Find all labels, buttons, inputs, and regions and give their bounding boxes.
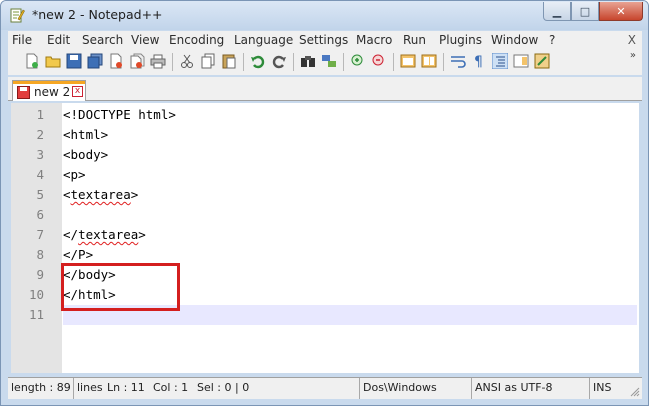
- copy-icon[interactable]: [200, 53, 216, 69]
- misspelled-word: textarea: [70, 187, 131, 202]
- code-line: <html>: [63, 127, 109, 142]
- menu-search[interactable]: Search: [82, 33, 123, 47]
- menu-plugins[interactable]: Plugins: [439, 33, 482, 47]
- toolbar-separator: [443, 53, 444, 71]
- sync-horizontal-icon[interactable]: [421, 53, 437, 69]
- resize-grip-icon[interactable]: [630, 387, 640, 397]
- cut-icon[interactable]: [179, 53, 195, 69]
- word-wrap-icon[interactable]: [450, 53, 466, 69]
- indent-guide-icon[interactable]: [492, 53, 508, 69]
- close-all-icon[interactable]: [129, 53, 145, 69]
- maximize-button[interactable]: □: [571, 2, 599, 21]
- print-icon[interactable]: [150, 53, 166, 69]
- title-bar[interactable]: *new 2 - Notepad++ ▁ □ ✕: [1, 1, 648, 30]
- svg-text:¶: ¶: [474, 54, 483, 69]
- code-token: </: [63, 227, 79, 242]
- close-icon[interactable]: [108, 53, 124, 69]
- line-number: 7: [36, 227, 44, 242]
- menu-file[interactable]: File: [12, 33, 32, 47]
- line-number: 3: [36, 147, 44, 162]
- tab-strip: new 2 x: [8, 77, 642, 101]
- notepad-app-icon: [10, 8, 25, 23]
- undo-icon[interactable]: [250, 53, 266, 69]
- unsaved-file-icon: [17, 86, 30, 99]
- code-token: <: [63, 187, 71, 202]
- code-token: >: [130, 187, 139, 202]
- close-document-button[interactable]: X: [628, 33, 636, 47]
- code-line: <!DOCTYPE html>: [63, 107, 176, 122]
- function-list-icon[interactable]: [534, 53, 550, 69]
- close-window-button[interactable]: ✕: [599, 2, 643, 21]
- code-line: <p>: [63, 167, 86, 182]
- line-number: 8: [36, 247, 44, 262]
- menu-run[interactable]: Run: [403, 33, 426, 47]
- menu-bar: File Edit Search View Encoding Language …: [8, 31, 642, 49]
- red-highlight-box: [61, 263, 180, 311]
- doc-map-icon[interactable]: [513, 53, 529, 69]
- menu-window[interactable]: Window: [491, 33, 538, 47]
- code-line: </textarea>: [63, 225, 146, 245]
- status-column: Col : 1: [153, 381, 189, 394]
- zoom-out-icon[interactable]: [371, 53, 387, 69]
- find-icon[interactable]: [300, 53, 316, 69]
- line-number: 4: [36, 167, 44, 182]
- zoom-in-icon[interactable]: [350, 53, 366, 69]
- toolbar-overflow-button[interactable]: »: [630, 50, 636, 61]
- code-line: </P>: [63, 247, 94, 262]
- tab-active-indicator: [13, 81, 85, 84]
- notepad-window: *new 2 - Notepad++ ▁ □ ✕ File Edit Searc…: [0, 0, 649, 406]
- line-number: 5: [36, 187, 44, 202]
- menu-language[interactable]: Language: [234, 33, 293, 47]
- code-line: <body>: [63, 147, 109, 162]
- tab-label: new 2: [34, 85, 71, 99]
- save-all-icon[interactable]: [87, 53, 103, 69]
- line-number: 9: [36, 267, 44, 282]
- menu-help[interactable]: ?: [549, 33, 555, 47]
- new-file-icon[interactable]: [24, 53, 40, 69]
- code-token: >: [138, 227, 146, 242]
- window-controls: ▁ □ ✕: [543, 2, 643, 21]
- status-eol-format: Dos\Windows: [360, 378, 472, 399]
- status-bar: length : 89 lines Ln : 11 Col : 1 Sel : …: [8, 377, 642, 399]
- status-insert-mode: INS: [593, 381, 612, 394]
- save-icon[interactable]: [66, 53, 82, 69]
- open-file-icon[interactable]: [45, 53, 61, 69]
- menu-settings[interactable]: Settings: [299, 33, 348, 47]
- replace-icon[interactable]: [321, 53, 337, 69]
- misspelled-word: textarea: [78, 227, 139, 242]
- status-encoding: ANSI as UTF-8: [472, 378, 590, 399]
- sync-vertical-icon[interactable]: [400, 53, 416, 69]
- text-editor[interactable]: 1 2 3 4 5 6 7 8 9 10 11 <!DOCTYPE html> …: [11, 103, 639, 373]
- line-number: 2: [36, 127, 44, 142]
- status-length: length : 89: [8, 378, 74, 399]
- line-number: 1: [36, 107, 44, 122]
- toolbar: ¶ »: [8, 49, 642, 75]
- redo-icon[interactable]: [271, 53, 287, 69]
- paste-icon[interactable]: [221, 53, 237, 69]
- menu-encoding[interactable]: Encoding: [169, 33, 224, 47]
- show-all-chars-icon[interactable]: ¶: [471, 53, 487, 69]
- status-selection: Sel : 0 | 0: [194, 378, 360, 399]
- toolbar-separator: [393, 53, 394, 71]
- status-lines: lines: [77, 381, 103, 394]
- tab-new-2[interactable]: new 2 x: [12, 80, 86, 101]
- line-number: 10: [28, 287, 44, 302]
- line-number: 11: [28, 307, 44, 322]
- window-title: *new 2 - Notepad++: [32, 7, 163, 22]
- tab-close-button[interactable]: x: [72, 86, 83, 97]
- line-number: 6: [36, 207, 44, 222]
- menu-view[interactable]: View: [131, 33, 159, 47]
- toolbar-separator: [243, 53, 244, 71]
- toolbar-separator: [293, 53, 294, 71]
- minimize-button[interactable]: ▁: [543, 2, 571, 21]
- menu-macro[interactable]: Macro: [356, 33, 392, 47]
- toolbar-separator: [343, 53, 344, 71]
- code-line: <textarea>: [63, 185, 138, 205]
- status-line: Ln : 11: [107, 381, 145, 394]
- menu-edit[interactable]: Edit: [47, 33, 70, 47]
- toolbar-separator: [172, 53, 173, 71]
